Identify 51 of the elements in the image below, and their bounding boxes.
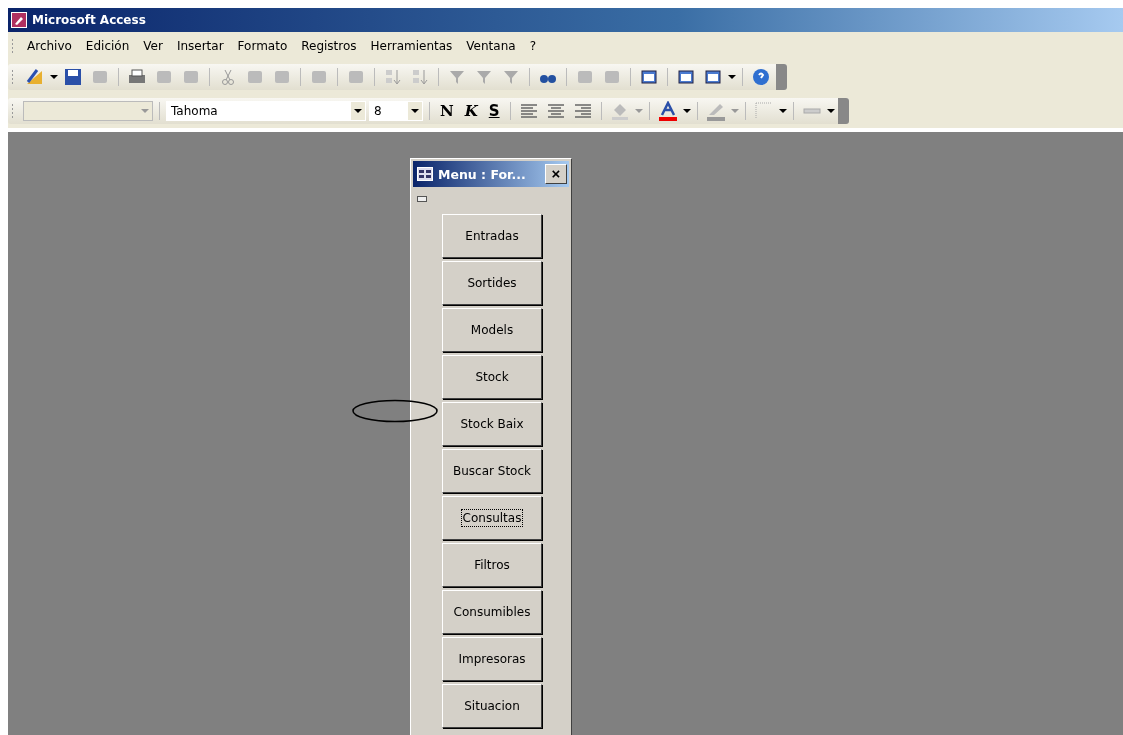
menu-item[interactable]: Registros — [294, 39, 364, 53]
help-icon[interactable] — [751, 67, 771, 87]
close-button[interactable]: × — [545, 164, 567, 184]
font-name-combo[interactable]: Tahoma — [166, 101, 366, 121]
bold-button[interactable]: N — [436, 102, 458, 120]
dropdown-arrow-icon[interactable] — [682, 109, 691, 113]
command-button[interactable]: Buscar Stock — [442, 449, 542, 493]
align-center-icon[interactable] — [545, 101, 566, 121]
command-button[interactable]: Consultas — [442, 496, 542, 540]
command-button[interactable]: Consumibles — [442, 590, 542, 634]
menu-item[interactable]: Ventana — [459, 39, 523, 53]
command-button[interactable]: Filtros — [442, 543, 542, 587]
dropdown-arrow-icon[interactable] — [778, 109, 787, 113]
command-button[interactable]: Situacion — [442, 684, 542, 728]
grip-handle[interactable] — [11, 103, 14, 119]
design-view-icon[interactable] — [25, 67, 45, 87]
form-icon — [417, 167, 433, 181]
save-icon[interactable] — [63, 67, 83, 87]
database-window-icon[interactable] — [676, 67, 696, 87]
menu-item[interactable]: Ver — [136, 39, 170, 53]
command-button[interactable]: Entradas — [442, 214, 542, 258]
form-title: Menu : For... — [438, 166, 527, 182]
menu-item[interactable]: Edición — [78, 39, 137, 53]
command-button[interactable]: Sortides — [442, 261, 542, 305]
grip-handle[interactable] — [11, 38, 14, 54]
font-color-icon[interactable] — [657, 101, 678, 121]
record-selector[interactable] — [417, 196, 427, 202]
command-button[interactable]: Stock — [442, 355, 542, 399]
menu-item[interactable]: Herramientas — [363, 39, 460, 53]
command-button[interactable]: Impresoras — [442, 637, 542, 681]
menu-item[interactable]: ? — [522, 39, 543, 53]
menu-item[interactable]: Insertar — [169, 39, 231, 53]
align-left-icon[interactable] — [518, 101, 539, 121]
fill-bucket-icon[interactable] — [609, 101, 630, 121]
window-title: Microsoft Access — [32, 13, 146, 27]
italic-button[interactable]: K — [460, 102, 482, 120]
command-button[interactable]: Stock Baix — [442, 402, 542, 446]
font-size-combo[interactable]: 8 — [369, 101, 423, 121]
dropdown-arrow-icon[interactable] — [50, 75, 58, 79]
line-color-icon[interactable] — [705, 101, 726, 121]
menu-item[interactable]: Formato — [230, 39, 295, 53]
command-button[interactable]: Models — [442, 308, 542, 352]
grip-handle[interactable] — [11, 69, 14, 85]
dropdown-arrow-icon[interactable] — [826, 109, 835, 113]
underline-button[interactable]: S — [484, 102, 504, 120]
sort-ascending-icon[interactable] — [383, 67, 403, 87]
align-right-icon[interactable] — [572, 101, 593, 121]
object-combo[interactable] — [23, 101, 153, 121]
menu-item[interactable]: Archivo — [20, 39, 79, 53]
dropdown-arrow-icon[interactable] — [728, 75, 736, 79]
sort-descending-icon[interactable] — [410, 67, 430, 87]
